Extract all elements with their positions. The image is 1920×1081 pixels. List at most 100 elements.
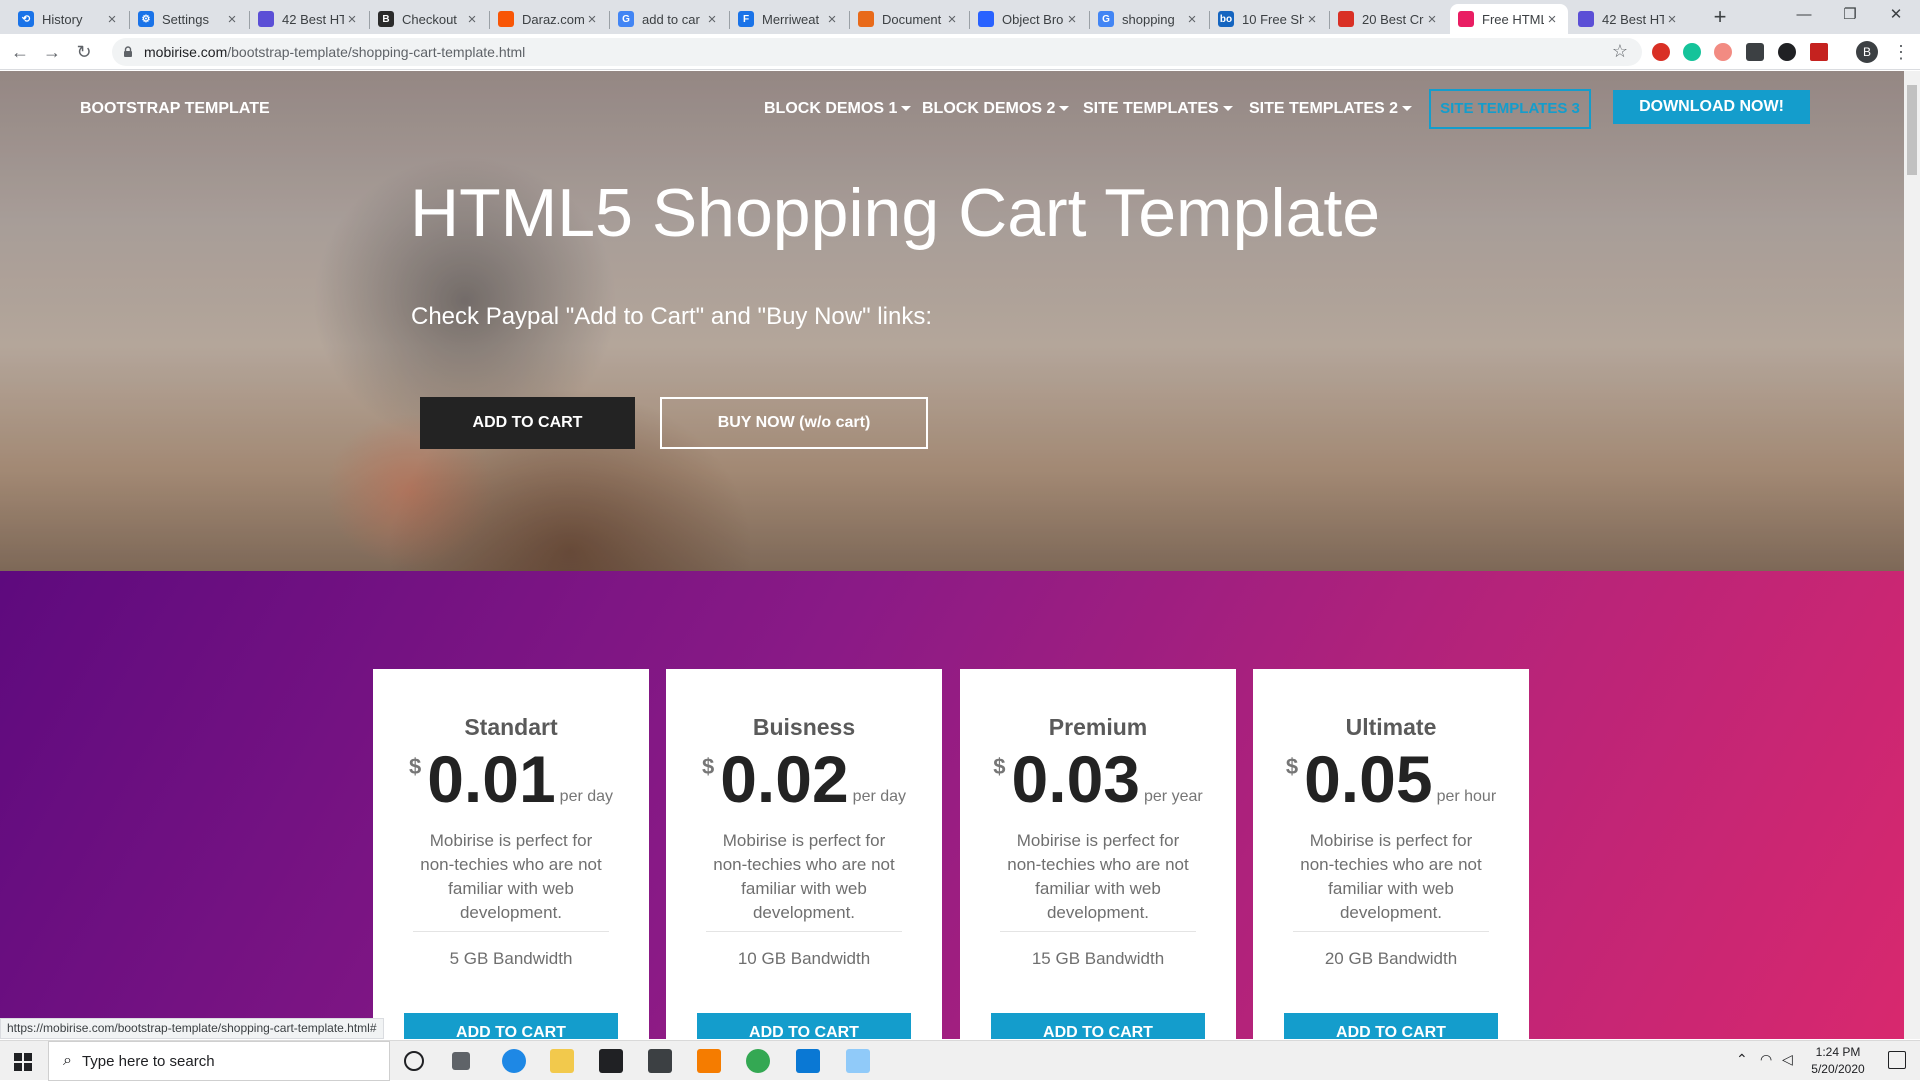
tab-title: History	[42, 11, 83, 27]
tab-title: 42 Best HT	[1602, 11, 1664, 27]
browser-tab[interactable]: Free HTML ×	[1450, 4, 1568, 34]
new-tab-button[interactable]: +	[1708, 6, 1732, 30]
profile-avatar[interactable]: B	[1856, 41, 1878, 63]
extension-red-icon[interactable]	[1810, 43, 1828, 61]
network-icon[interactable]: ◠	[1760, 1051, 1772, 1068]
browser-tab[interactable]: B Checkout ×	[370, 4, 488, 34]
nav-site-templates-2[interactable]: SITE TEMPLATES 2	[1249, 100, 1413, 118]
site-templates-3-button[interactable]: SITE TEMPLATES 3	[1429, 89, 1591, 129]
chrome-icon[interactable]	[746, 1049, 770, 1073]
tab-close-icon[interactable]: ×	[1184, 11, 1200, 28]
currency-symbol: $	[408, 754, 422, 779]
tab-strip: ⟲ History × ⚙ Settings × 42 Best HT × B Checkout ×…	[0, 0, 1920, 34]
browser-tab[interactable]: ⚙ Settings ×	[130, 4, 248, 34]
hero-buy-now-button[interactable]: BUY NOW (w/o cart)	[660, 397, 928, 449]
address-bar[interactable]: mobirise.com/bootstrap-template/shopping…	[112, 38, 1642, 66]
browser-tab[interactable]: Gshopping ×	[1090, 4, 1208, 34]
browser-tab[interactable]: Daraz.com ×	[490, 4, 608, 34]
file-explorer-icon[interactable]	[550, 1049, 574, 1073]
extension-arrow-icon[interactable]	[1714, 43, 1732, 61]
store-icon[interactable]	[599, 1049, 623, 1073]
tab-close-icon[interactable]: ×	[1304, 11, 1320, 28]
vscode-icon[interactable]	[796, 1049, 820, 1073]
hero-title: HTML5 Shopping Cart Template	[410, 175, 1381, 251]
tab-close-icon[interactable]: ×	[1664, 11, 1680, 28]
divider	[1293, 931, 1489, 932]
plan-price: $ 0.02 per day	[666, 744, 942, 814]
tab-favicon-icon	[858, 11, 874, 27]
pricing-card-buisness: Buisness $ 0.02 per day Mobirise is perf…	[666, 669, 942, 1039]
taskbar-search-box[interactable]: ⌕ Type here to search	[48, 1041, 390, 1081]
brand-logo[interactable]: BOOTSTRAP TEMPLATE	[80, 100, 270, 118]
minimize-button[interactable]: —	[1780, 0, 1828, 30]
pricing-card-standart: Standart $ 0.01 per day Mobirise is perf…	[373, 669, 649, 1039]
more-menu-icon[interactable]: ⋮	[1892, 42, 1910, 63]
tab-close-icon[interactable]: ×	[104, 11, 120, 28]
nav-block-demos-1[interactable]: BLOCK DEMOS 1	[764, 100, 912, 118]
bookmark-star-icon[interactable]: ☆	[1612, 41, 1628, 62]
tab-close-icon[interactable]: ×	[1544, 11, 1560, 28]
url-path: /bootstrap-template/shopping-cart-templa…	[227, 44, 526, 60]
tab-close-icon[interactable]: ×	[584, 11, 600, 28]
plan-price: $ 0.03 per year	[960, 744, 1236, 814]
windows-start-icon[interactable]	[14, 1053, 32, 1071]
browser-tab[interactable]: 42 Best HT ×	[250, 4, 368, 34]
tray-chevron-icon[interactable]: ⌃	[1736, 1051, 1748, 1068]
browser-tab[interactable]: Document ×	[850, 4, 968, 34]
edge-icon[interactable]	[502, 1049, 526, 1073]
tray-clock[interactable]: 1:24 PM 5/20/2020	[1792, 1044, 1884, 1078]
plan-name: Standart	[464, 714, 558, 740]
mail-icon[interactable]	[648, 1049, 672, 1073]
browser-tab[interactable]: bo 10 Free Sh ×	[1210, 4, 1328, 34]
tab-close-icon[interactable]: ×	[704, 11, 720, 28]
page-scrollbar[interactable]	[1904, 71, 1920, 1039]
nav-block-demos-2[interactable]: BLOCK DEMOS 2	[922, 100, 1070, 118]
maximize-button[interactable]: ❐	[1826, 0, 1874, 30]
xampp-icon[interactable]	[697, 1049, 721, 1073]
extension-screenshot-icon[interactable]	[1746, 43, 1764, 61]
extension-adblock-icon[interactable]	[1652, 43, 1670, 61]
tab-favicon-icon: ⟲	[18, 11, 34, 27]
app-window-icon[interactable]	[846, 1049, 870, 1073]
tab-close-icon[interactable]: ×	[1424, 11, 1440, 28]
tab-close-icon[interactable]: ×	[464, 11, 480, 28]
browser-tab[interactable]: ⟲ History ×	[10, 4, 128, 34]
task-view-icon[interactable]	[452, 1052, 470, 1070]
cortana-icon[interactable]	[404, 1051, 424, 1071]
hero-add-to-cart-button[interactable]: ADD TO CART	[420, 397, 635, 449]
browser-tab[interactable]: 42 Best HT ×	[1570, 4, 1688, 34]
browser-tab[interactable]: 20 Best Cr ×	[1330, 4, 1448, 34]
tab-close-icon[interactable]: ×	[824, 11, 840, 28]
extension-record-icon[interactable]	[1778, 43, 1796, 61]
browser-tab[interactable]: Gadd to car ×	[610, 4, 728, 34]
price-period: per day	[559, 788, 614, 805]
price-period: per year	[1144, 788, 1203, 805]
plan-name: Premium	[1048, 714, 1148, 740]
reload-icon[interactable]: ↻	[72, 40, 96, 64]
tab-close-icon[interactable]: ×	[1064, 11, 1080, 28]
forward-icon[interactable]: →	[40, 40, 64, 64]
back-icon[interactable]: ←	[8, 40, 32, 64]
plan-add-to-cart-button[interactable]: ADD TO CART	[404, 1013, 618, 1039]
browser-tab[interactable]: Object Bro ×	[970, 4, 1088, 34]
caret-down-icon	[1059, 106, 1070, 112]
plan-description: Mobirise is perfect for non-techies who …	[1300, 831, 1482, 922]
plan-add-to-cart-button[interactable]: ADD TO CART	[991, 1013, 1205, 1039]
pricing-section: Standart $ 0.01 per day Mobirise is perf…	[0, 571, 1904, 1039]
notification-center-icon[interactable]	[1888, 1051, 1906, 1069]
close-window-button[interactable]: ✕	[1872, 0, 1920, 30]
nav-site-templates[interactable]: SITE TEMPLATES	[1083, 100, 1233, 118]
download-now-button[interactable]: DOWNLOAD NOW!	[1613, 90, 1810, 124]
plan-add-to-cart-button[interactable]: ADD TO CART	[1284, 1013, 1498, 1039]
scrollbar-thumb[interactable]	[1907, 85, 1917, 175]
browser-tab[interactable]: F Merriweat ×	[730, 4, 848, 34]
tab-favicon-icon: bo	[1218, 11, 1234, 27]
tab-close-icon[interactable]: ×	[224, 11, 240, 28]
tab-close-icon[interactable]: ×	[344, 11, 360, 28]
plan-name: Buisness	[752, 714, 856, 740]
tab-close-icon[interactable]: ×	[944, 11, 960, 28]
tab-favicon-icon	[1578, 11, 1594, 27]
plan-add-to-cart-button[interactable]: ADD TO CART	[697, 1013, 911, 1039]
hero-subtitle: Check Paypal "Add to Cart" and "Buy Now"…	[411, 303, 932, 330]
extension-grammarly-icon[interactable]	[1683, 43, 1701, 61]
